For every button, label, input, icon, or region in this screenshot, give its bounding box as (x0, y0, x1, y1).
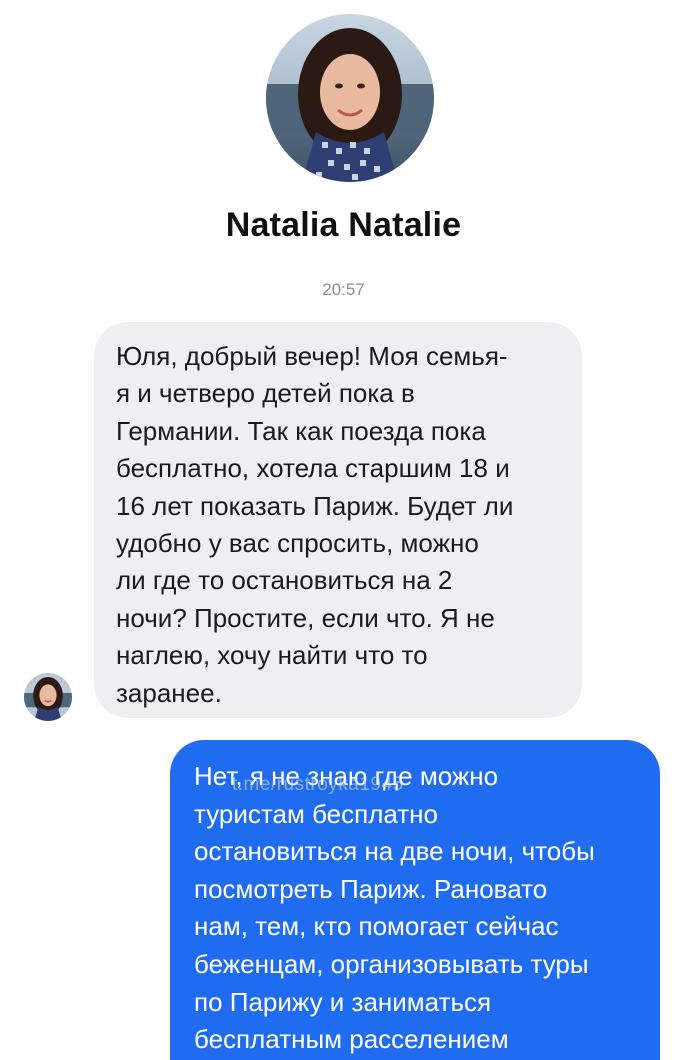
message-line: я и четверо детей пока в (116, 378, 415, 409)
message-line: бесплатно, хотела старшим 18 и (116, 453, 510, 484)
message-line: по Парижу и заниматься (194, 986, 492, 1017)
incoming-message-bubble: Юля, добрый вечер! Моя семья- я и четвер… (94, 322, 582, 718)
message-line: туристам бесплатно (194, 798, 438, 829)
message-line: ночи? Простите, если что. Я не (116, 602, 495, 633)
message-line: остановиться на две ночи, чтобы (194, 836, 595, 867)
message-line: беженцам, организовывать туры (194, 948, 589, 979)
message-timestamp: 20:57 (322, 280, 365, 299)
message-line: удобно у вас спросить, можно (116, 528, 479, 559)
message-line: посмотреть Париж. Рановато (194, 873, 548, 904)
profile-avatar[interactable] (266, 14, 434, 182)
watermark: t.me/rustroyka1945 (232, 774, 404, 795)
message-line: ли где то остановиться на 2 (116, 565, 453, 596)
profile-photo-icon (266, 14, 434, 182)
message-line: нам, тем, кто помогает сейчас (194, 911, 559, 942)
message-line: Юля, добрый вечер! Моя семья- (116, 341, 508, 371)
message-line: наглею, хочу найти что то (116, 640, 428, 671)
message-line: 16 лет показать Париж. Будет ли (116, 490, 514, 521)
contact-name: Natalia Natalie (225, 206, 462, 244)
message-line: заранее. (116, 677, 222, 708)
sender-photo-icon (24, 673, 72, 721)
message-line: Германии. Так как поезда пока (116, 415, 486, 446)
sender-avatar[interactable] (24, 673, 72, 721)
message-line: бесплатным расселением (194, 1024, 509, 1055)
